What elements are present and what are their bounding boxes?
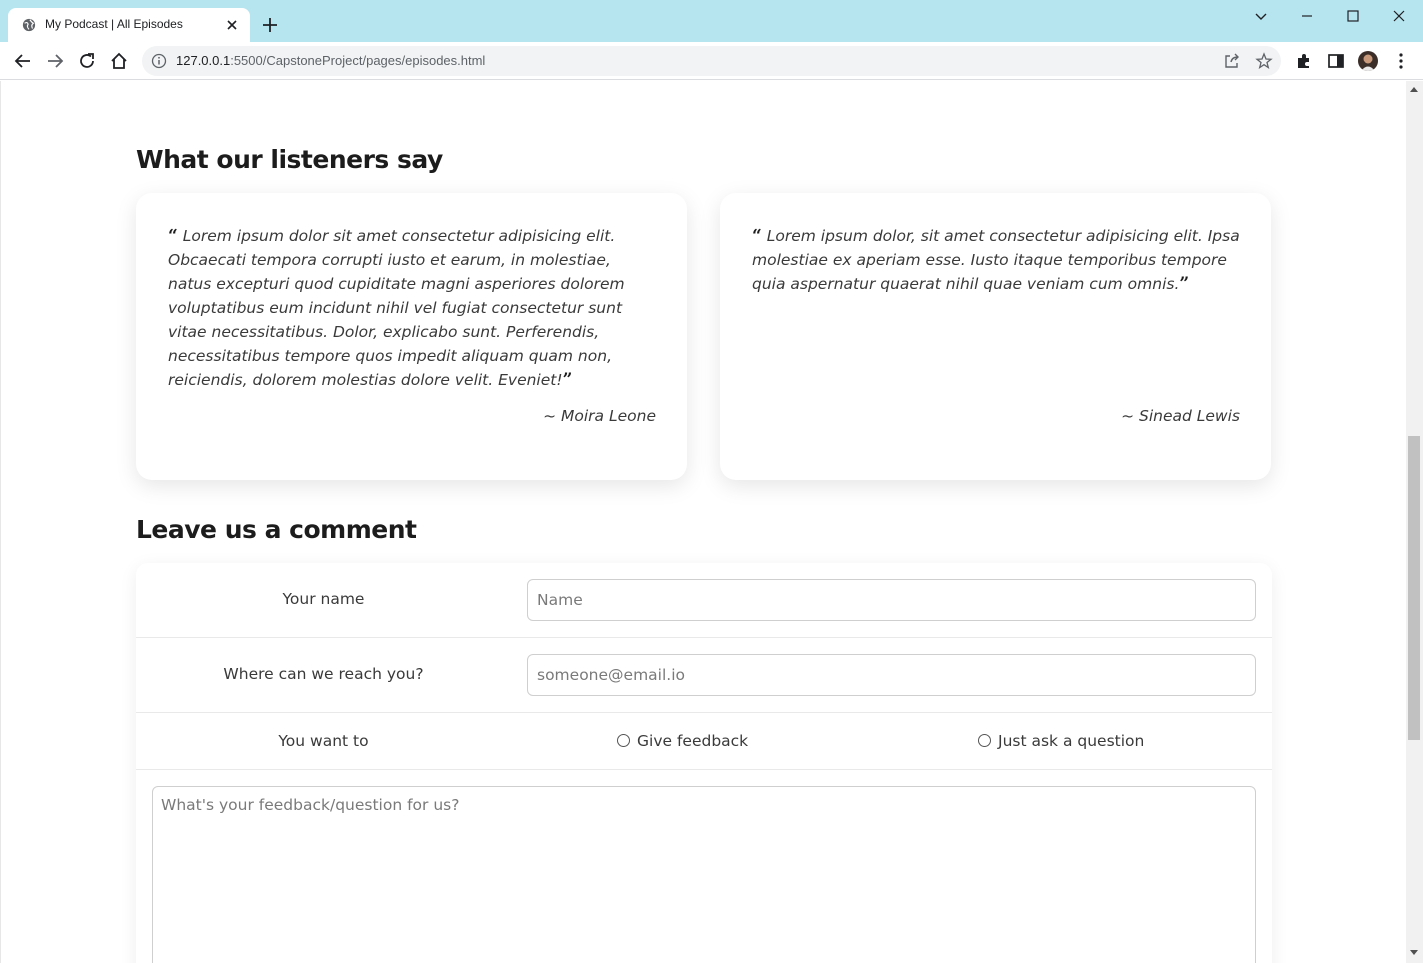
email-row: Where can we reach you? [136,638,1272,713]
testimonials-heading: What our listeners say [136,145,443,174]
browser-tab[interactable]: My Podcast | All Episodes [8,8,250,42]
extensions-icon[interactable] [1294,51,1314,71]
open-quote-icon: “ [168,226,178,246]
radio-circle-icon[interactable] [617,734,630,747]
browser-titlebar: My Podcast | All Episodes [0,0,1423,42]
close-window-icon[interactable] [1389,6,1409,26]
open-quote-icon: “ [752,226,762,246]
testimonial-author: ~ Sinead Lewis [1121,407,1240,425]
share-icon[interactable] [1223,52,1241,70]
close-quote-icon: ” [562,370,573,390]
home-icon[interactable] [108,50,130,72]
quote-text: Lorem ipsum dolor sit amet consectetur a… [168,227,625,389]
message-textarea[interactable] [152,786,1256,963]
scrollbar-thumb[interactable] [1408,436,1420,740]
minimize-icon[interactable] [1297,6,1317,26]
testimonial-author: ~ Moira Leone [543,407,656,425]
scroll-up-icon[interactable] [1410,86,1418,92]
new-tab-icon[interactable] [261,16,279,34]
url-text: 127.0.0.1:5500/CapstoneProject/pages/epi… [176,53,485,68]
scroll-down-icon[interactable] [1410,950,1418,956]
question-radio[interactable]: Just ask a question [978,732,1144,750]
intent-row: You want to Give feedback Just ask a que… [136,713,1272,770]
question-option-label: Just ask a question [998,732,1145,750]
menu-kebab-icon[interactable] [1391,51,1411,71]
url-host: 127.0.0.1 [176,53,231,68]
forward-icon[interactable] [44,50,66,72]
quote-text: Lorem ipsum dolor, sit amet consectetur … [752,227,1240,293]
testimonial-quote: “ Lorem ipsum dolor sit amet consectetur… [168,224,658,392]
globe-icon [22,18,36,32]
comment-form: Your name Where can we reach you? You wa… [136,563,1272,963]
maximize-icon[interactable] [1343,6,1363,26]
site-info-icon[interactable] [151,53,167,69]
email-label: Where can we reach you? [223,665,424,683]
browser-toolbar: 127.0.0.1:5500/CapstoneProject/pages/epi… [0,42,1423,80]
tab-search-icon[interactable] [1251,6,1271,26]
testimonial-card: “ Lorem ipsum dolor sit amet consectetur… [136,193,687,480]
feedback-radio[interactable]: Give feedback [617,732,748,750]
avatar-icon [1361,54,1375,71]
tab-title: My Podcast | All Episodes [45,17,183,31]
reload-icon[interactable] [76,50,98,72]
email-input[interactable] [527,654,1256,696]
intent-label: You want to [278,732,369,750]
close-tab-icon[interactable] [224,17,240,33]
testimonial-quote: “ Lorem ipsum dolor, sit amet consectetu… [752,224,1242,296]
close-quote-icon: ” [1179,274,1190,294]
name-row: Your name [136,563,1272,638]
back-icon[interactable] [12,50,34,72]
profile-avatar[interactable] [1358,51,1378,71]
name-input[interactable] [527,579,1256,621]
name-label: Your name [282,590,365,608]
url-path: :5500/CapstoneProject/pages/episodes.htm… [230,53,486,68]
testimonial-card: “ Lorem ipsum dolor, sit amet consectetu… [720,193,1271,480]
feedback-option-label: Give feedback [637,732,749,750]
bookmark-star-icon[interactable] [1255,52,1273,70]
address-bar[interactable]: 127.0.0.1:5500/CapstoneProject/pages/epi… [142,46,1281,76]
page-scrollbar[interactable] [1406,81,1423,963]
side-panel-icon[interactable] [1326,51,1346,71]
radio-circle-icon[interactable] [978,734,991,747]
page-viewport: What our listeners say “ Lorem ipsum dol… [0,81,1406,963]
comment-heading: Leave us a comment [136,515,417,544]
